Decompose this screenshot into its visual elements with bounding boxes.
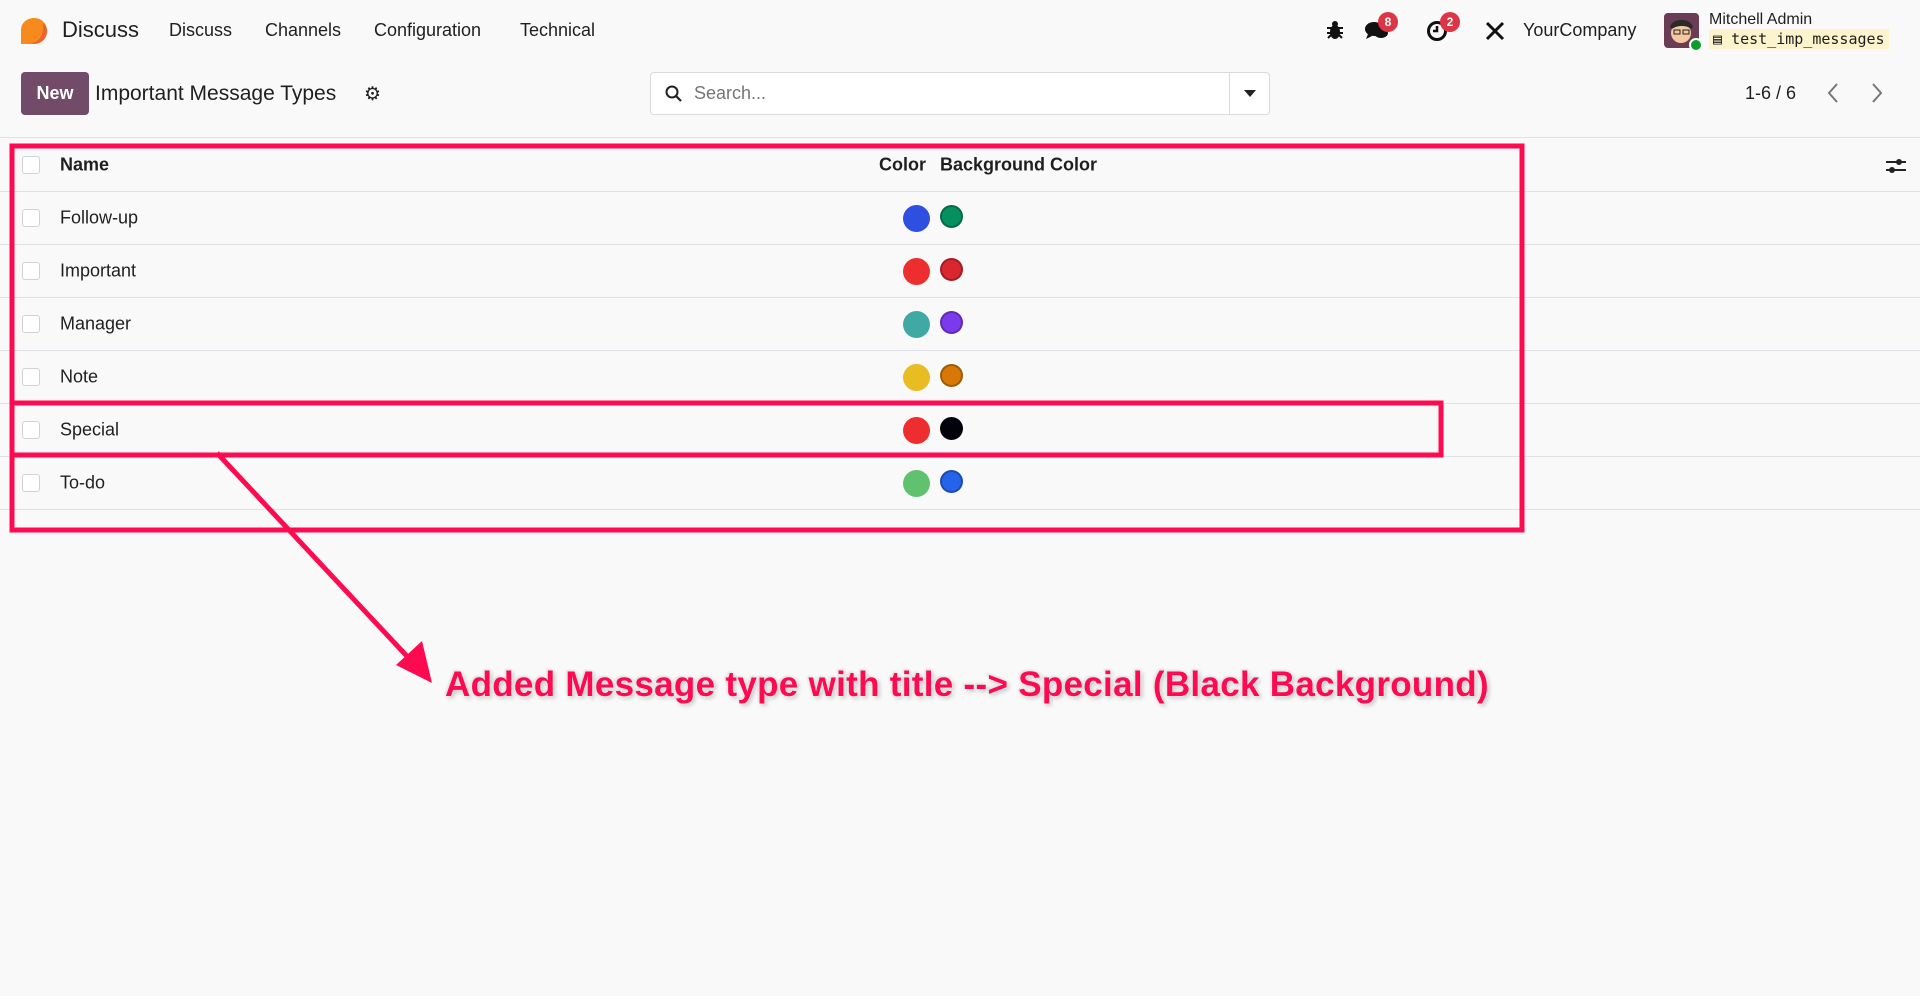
annotation-overlay [9,143,1525,683]
annotation-special-box [9,400,1444,458]
annotation-text: Added Message type with title --> Specia… [445,665,1489,704]
annotation-arrow [215,451,420,670]
